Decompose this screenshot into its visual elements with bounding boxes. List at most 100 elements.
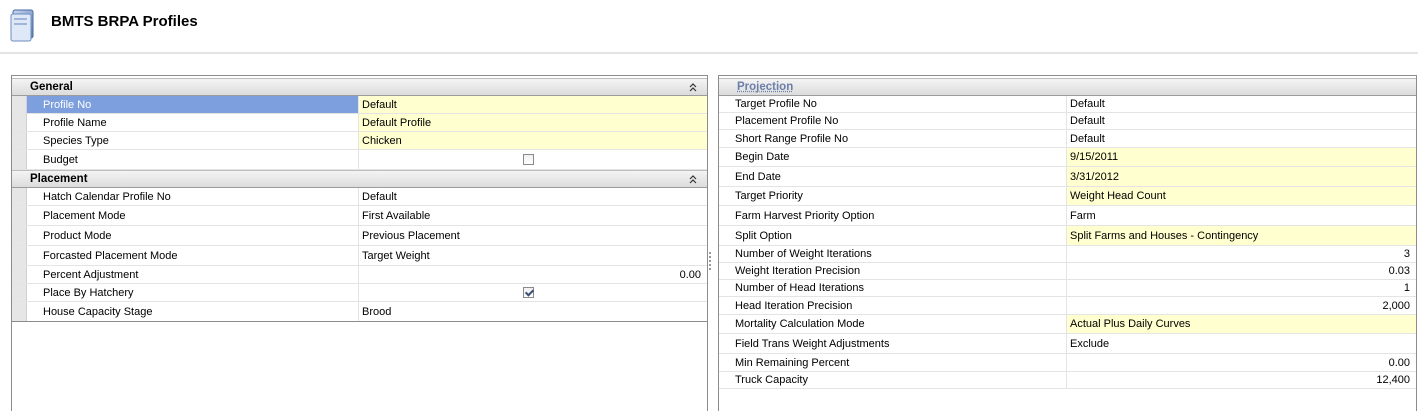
property-row-hatch-calendar-profile-no[interactable]: Hatch Calendar Profile No Default <box>12 188 707 206</box>
header-divider <box>0 52 1418 54</box>
property-value[interactable]: Target Weight <box>358 246 707 265</box>
property-value[interactable]: Exclude <box>1066 334 1416 353</box>
property-label: Profile Name <box>43 116 107 129</box>
property-value[interactable]: 3/31/2012 <box>1066 167 1416 186</box>
property-row-split-option[interactable]: Split Option Split Farms and Houses - Con… <box>719 226 1416 246</box>
property-row-budget[interactable]: Budget <box>12 150 707 170</box>
panel-splitter-handle[interactable] <box>709 252 712 272</box>
app-header: BMTS BRPA Profiles <box>0 0 1418 52</box>
property-label: Split Option <box>735 229 792 242</box>
section-header-projection[interactable]: Projection <box>719 78 1416 96</box>
property-value[interactable]: Split Farms and Houses - Contingency <box>1066 226 1416 245</box>
section-header-placement[interactable]: Placement <box>12 170 707 188</box>
section-title: General <box>30 81 73 93</box>
property-value[interactable]: Default <box>1066 130 1416 147</box>
property-row-placement-profile-no[interactable]: Placement Profile No Default <box>719 113 1416 130</box>
budget-checkbox[interactable] <box>522 154 534 165</box>
right-property-panel: Projection Target Profile No Default Place… <box>718 75 1417 411</box>
property-label: Weight Iteration Precision <box>735 265 861 277</box>
property-row-begin-date[interactable]: Begin Date 9/15/2011 <box>719 148 1416 167</box>
property-row-target-profile-no[interactable]: Target Profile No Default <box>719 96 1416 113</box>
property-label: Forcasted Placement Mode <box>43 249 178 262</box>
property-row-short-range-profile-no[interactable]: Short Range Profile No Default <box>719 130 1416 148</box>
property-row-field-trans-weight-adjustments[interactable]: Field Trans Weight Adjustments Exclude <box>719 334 1416 354</box>
row-gutter <box>12 302 27 321</box>
property-row-product-mode[interactable]: Product Mode Previous Placement <box>12 226 707 246</box>
property-label: Target Profile No <box>735 98 817 110</box>
property-value <box>358 284 707 301</box>
property-value[interactable]: Default <box>1066 113 1416 129</box>
property-label: Product Mode <box>43 229 112 242</box>
property-value-budget <box>358 150 707 169</box>
page-title: BMTS BRPA Profiles <box>51 13 198 30</box>
property-row-end-date[interactable]: End Date 3/31/2012 <box>719 167 1416 187</box>
property-label: Short Range Profile No <box>735 132 849 145</box>
collapse-chevron-icon[interactable] <box>687 173 699 185</box>
property-label: Place By Hatchery <box>43 286 134 299</box>
property-label: Target Priority <box>735 190 803 202</box>
property-label: Number of Head Iterations <box>735 282 865 294</box>
property-value[interactable]: 3 <box>1066 246 1416 262</box>
property-value[interactable]: 0.00 <box>1066 354 1416 371</box>
property-value[interactable]: Farm <box>1066 206 1416 225</box>
property-label: End Date <box>735 170 781 183</box>
row-gutter <box>12 226 27 245</box>
property-value[interactable]: 0.03 <box>1066 263 1416 279</box>
row-gutter <box>12 246 27 265</box>
property-row-head-iteration-precision[interactable]: Head Iteration Precision 2,000 <box>719 297 1416 315</box>
property-value[interactable]: Weight Head Count <box>1066 187 1416 205</box>
property-value[interactable]: Actual Plus Daily Curves <box>1066 315 1416 333</box>
property-label: Number of Weight Iterations <box>735 248 872 260</box>
left-property-panel: General Profile No Default Profile Name … <box>11 75 708 411</box>
row-gutter <box>12 206 27 225</box>
property-value-profile-no[interactable]: Default <box>358 96 707 113</box>
row-gutter <box>12 188 27 205</box>
row-gutter <box>12 150 27 169</box>
property-row-number-of-head-iterations[interactable]: Number of Head Iterations 1 <box>719 280 1416 297</box>
row-gutter <box>12 114 27 131</box>
property-row-farm-harvest-priority-option[interactable]: Farm Harvest Priority Option Farm <box>719 206 1416 226</box>
property-row-forcasted-placement-mode[interactable]: Forcasted Placement Mode Target Weight <box>12 246 707 266</box>
property-label: Field Trans Weight Adjustments <box>735 337 890 350</box>
property-row-profile-no[interactable]: Profile No Default <box>12 96 707 114</box>
property-row-target-priority[interactable]: Target Priority Weight Head Count <box>719 187 1416 206</box>
property-value[interactable]: 9/15/2011 <box>1066 148 1416 166</box>
property-value[interactable]: 12,400 <box>1066 372 1416 388</box>
property-label: Species Type <box>43 134 109 147</box>
property-row-truck-capacity[interactable]: Truck Capacity 12,400 <box>719 372 1416 389</box>
property-row-min-remaining-percent[interactable]: Min Remaining Percent 0.00 <box>719 354 1416 372</box>
property-row-place-by-hatchery[interactable]: Place By Hatchery <box>12 284 707 302</box>
row-gutter <box>12 284 27 301</box>
property-value[interactable]: Default <box>1066 96 1416 112</box>
property-value[interactable]: First Available <box>358 206 707 225</box>
collapse-chevron-icon[interactable] <box>687 81 699 93</box>
row-gutter <box>12 96 27 113</box>
document-icon <box>10 8 36 42</box>
property-value[interactable]: 2,000 <box>1066 297 1416 314</box>
property-value[interactable]: Previous Placement <box>358 226 707 245</box>
place-by-hatchery-checkbox[interactable] <box>522 287 534 298</box>
section-title: Placement <box>30 173 88 185</box>
property-value[interactable]: Brood <box>358 302 707 321</box>
property-value[interactable]: 1 <box>1066 280 1416 296</box>
property-row-species-type[interactable]: Species Type Chicken <box>12 132 707 150</box>
property-label: Begin Date <box>735 151 790 163</box>
property-value-species-type[interactable]: Chicken <box>358 132 707 149</box>
section-header-general[interactable]: General <box>12 78 707 96</box>
property-row-percent-adjustment[interactable]: Percent Adjustment 0.00 <box>12 266 707 284</box>
property-row-weight-iteration-precision[interactable]: Weight Iteration Precision 0.03 <box>719 263 1416 280</box>
section-title: Projection <box>737 81 794 93</box>
property-row-house-capacity-stage[interactable]: House Capacity Stage Brood <box>12 302 707 322</box>
property-label: Min Remaining Percent <box>735 356 850 369</box>
property-value-profile-name[interactable]: Default Profile <box>358 114 707 131</box>
property-value[interactable]: Default <box>358 188 707 205</box>
property-row-mortality-calculation-mode[interactable]: Mortality Calculation Mode Actual Plus Da… <box>719 315 1416 334</box>
property-value[interactable]: 0.00 <box>358 266 707 283</box>
property-label: Mortality Calculation Mode <box>735 318 865 330</box>
property-label: Placement Profile No <box>735 115 839 127</box>
property-row-placement-mode[interactable]: Placement Mode First Available <box>12 206 707 226</box>
property-label: Placement Mode <box>43 209 126 222</box>
property-label: House Capacity Stage <box>43 305 153 318</box>
property-row-profile-name[interactable]: Profile Name Default Profile <box>12 114 707 132</box>
property-row-number-of-weight-iterations[interactable]: Number of Weight Iterations 3 <box>719 246 1416 263</box>
